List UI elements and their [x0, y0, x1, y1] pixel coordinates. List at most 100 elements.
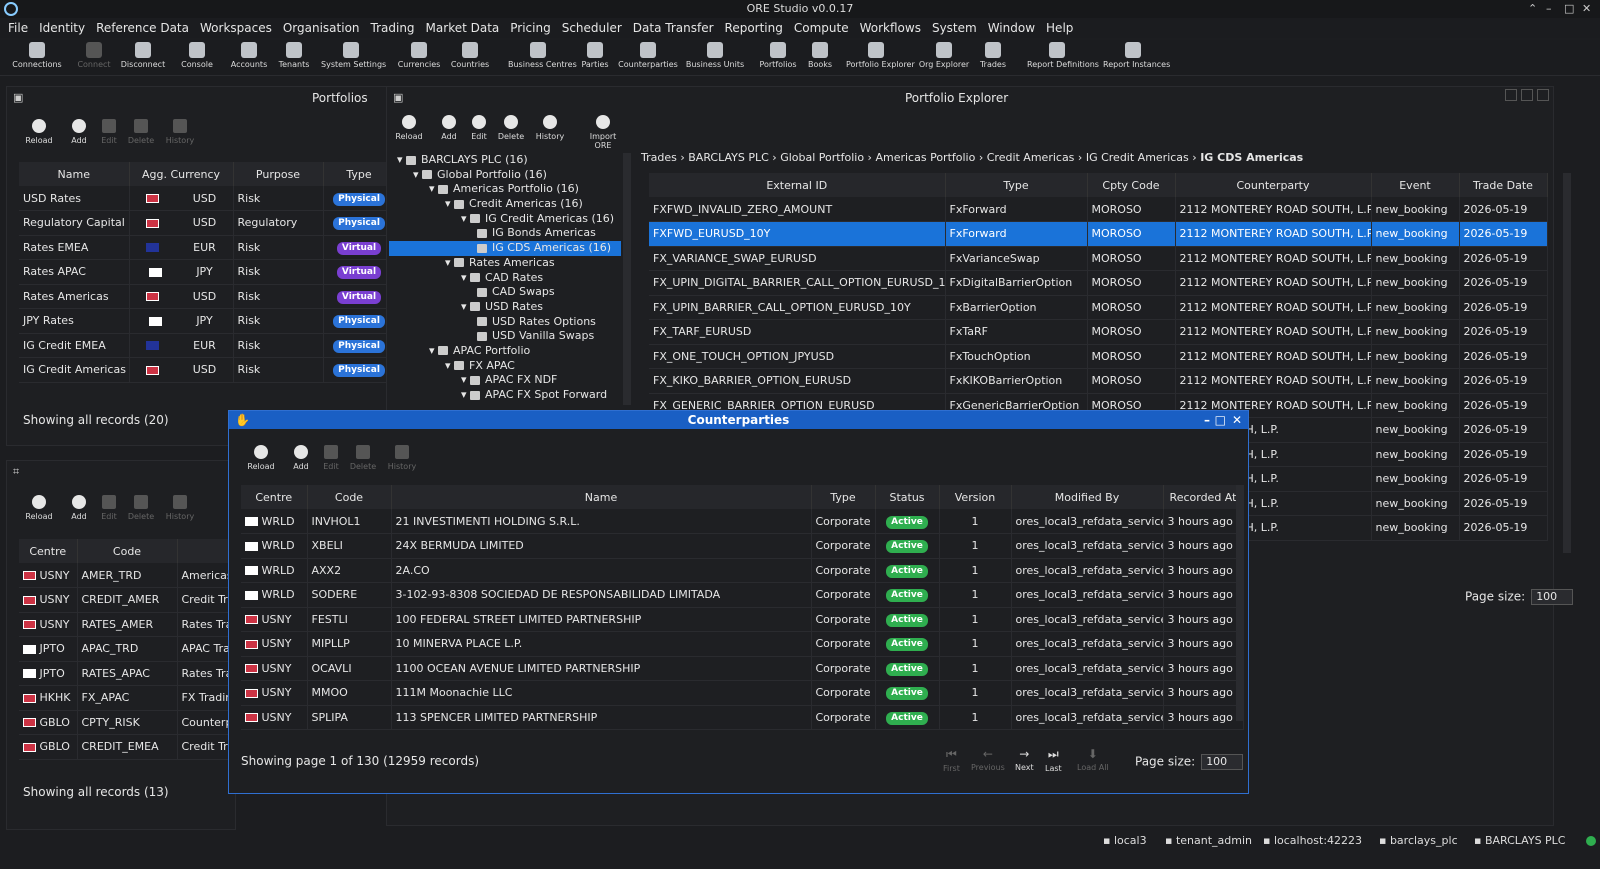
- toolbar-portfolio-explorer-button[interactable]: Portfolio Explorer: [846, 42, 915, 69]
- table-row[interactable]: FX_UPIN_DIGITAL_BARRIER_CALL_OPTION_EURU…: [649, 270, 1548, 296]
- table-row[interactable]: FX_UPIN_BARRIER_CALL_OPTION_EURUSD_10Y Fx…: [649, 295, 1548, 320]
- tree-node[interactable]: IG Bonds Americas: [389, 226, 621, 241]
- table-row[interactable]: JPY Rates JPY Risk Physical: [19, 308, 396, 334]
- trades-scrollbar[interactable]: [1563, 173, 1571, 553]
- delete-button[interactable]: Delete: [491, 115, 531, 141]
- tree-node[interactable]: ▾ BARCLAYS PLC (16): [389, 153, 621, 168]
- tree-node[interactable]: ▾ IG Credit Americas (16): [389, 212, 621, 227]
- close-icon[interactable]: [1537, 89, 1549, 101]
- table-row[interactable]: IG Credit EMEA EUR Risk Physical: [19, 333, 396, 358]
- counterparties-scrollbar[interactable]: [1236, 485, 1244, 721]
- tree-node[interactable]: USD Rates Options: [389, 315, 621, 330]
- books-col-centre[interactable]: Centre: [19, 539, 78, 563]
- delete-button[interactable]: Delete: [343, 445, 383, 471]
- delete-button[interactable]: Delete: [121, 495, 161, 521]
- toolbar-business-centres-button[interactable]: Business Centres: [508, 42, 577, 69]
- table-row[interactable]: WRLD XBELI 24X BERMUDA LIMITED Corporate Act…: [241, 533, 1244, 559]
- toolbar-business-units-button[interactable]: Business Units: [685, 42, 745, 69]
- tree-node[interactable]: CAD Swaps: [389, 285, 621, 300]
- table-row[interactable]: FX_VARIANCE_SWAP_EURUSD FxVarianceSwap MOR…: [649, 246, 1548, 271]
- trades-col-cpty-code[interactable]: Cpty Code: [1087, 173, 1176, 197]
- menu-organisation[interactable]: Organisation: [283, 21, 360, 35]
- close-icon[interactable]: ✕: [1582, 0, 1591, 18]
- tree-node[interactable]: ▾ APAC Portfolio: [389, 344, 621, 359]
- counterparties-col-code[interactable]: Code: [307, 485, 392, 509]
- breadcrumb-item[interactable]: Global Portfolio: [780, 151, 864, 164]
- menu-system[interactable]: System: [932, 21, 977, 35]
- breadcrumb-item[interactable]: IG Credit Americas: [1086, 151, 1189, 164]
- toolbar-parties-button[interactable]: Parties: [565, 42, 625, 69]
- table-row[interactable]: WRLD INVHOL1 21 INVESTIMENTI HOLDING S.R.L…: [241, 509, 1244, 534]
- table-row[interactable]: USNY MIPLLP 10 MINERVA PLACE L.P. Corporate…: [241, 631, 1244, 657]
- table-row[interactable]: GBLO CPTY_RISK Counterpa: [19, 710, 238, 735]
- toolbar-report-instances-button[interactable]: Report Instances: [1103, 42, 1170, 69]
- tree-node[interactable]: ▾ APAC FX NDF: [389, 373, 621, 388]
- toolbar-connections-button[interactable]: Connections: [7, 42, 67, 69]
- table-row[interactable]: FX_KIKO_BARRIER_OPTION_EURUSD FxKIKOBarri…: [649, 368, 1548, 394]
- menu-scheduler[interactable]: Scheduler: [562, 21, 622, 35]
- load-all-button[interactable]: ⬇ Load All: [1077, 747, 1109, 772]
- reload-button[interactable]: Reload: [19, 495, 59, 521]
- table-row[interactable]: USNY RATES_AMER Rates Trad: [19, 612, 238, 637]
- menu-market-data[interactable]: Market Data: [426, 21, 500, 35]
- table-row[interactable]: FX_TARF_EURUSD FxTaRF MOROSO 2112 MONTEREY …: [649, 319, 1548, 345]
- table-row[interactable]: FX_ONE_TOUCH_OPTION_JPYUSD FxTouchOption M…: [649, 344, 1548, 369]
- counterparties-col-centre[interactable]: Centre: [241, 485, 308, 509]
- table-row[interactable]: USNY SPLIPA 113 SPENCER LIMITED PARTNERSHI…: [241, 705, 1244, 730]
- close-icon[interactable]: ✕: [1232, 411, 1242, 429]
- counterparties-col-modified-by[interactable]: Modified By: [1011, 485, 1164, 509]
- counterparties-col-type[interactable]: Type: [811, 485, 876, 509]
- reload-button[interactable]: Reload: [389, 115, 429, 141]
- table-row[interactable]: USNY MMOO 111M Moonachie LLC Corporate Activ…: [241, 680, 1244, 706]
- history-button[interactable]: History: [160, 495, 200, 521]
- breadcrumb-item[interactable]: IG CDS Americas: [1200, 151, 1303, 164]
- maximize-icon[interactable]: [1521, 89, 1533, 101]
- table-row[interactable]: USNY CREDIT_AMER Credit Trad: [19, 587, 238, 613]
- history-button[interactable]: History: [530, 115, 570, 141]
- history-button[interactable]: History: [382, 445, 422, 471]
- table-row[interactable]: GBLO CREDIT_EMEA Credit Trad: [19, 734, 238, 760]
- breadcrumb-item[interactable]: Trades: [641, 151, 677, 164]
- maximize-icon[interactable]: □: [1564, 0, 1574, 18]
- table-row[interactable]: JPTO APAC_TRD APAC Trad: [19, 636, 238, 662]
- tree-node[interactable]: ▾ CAD Rates: [389, 271, 621, 286]
- toolbar-console-button[interactable]: Console: [167, 42, 227, 69]
- counterparties-col-version[interactable]: Version: [939, 485, 1012, 509]
- toolbar-tenants-button[interactable]: Tenants: [264, 42, 324, 69]
- next-button[interactable]: → Next: [1015, 747, 1034, 772]
- chevron-up-icon[interactable]: ⌃: [1528, 0, 1537, 18]
- minimize-icon[interactable]: [1505, 89, 1517, 101]
- table-row[interactable]: Rates EMEA EUR Risk Virtual: [19, 235, 396, 260]
- menu-help[interactable]: Help: [1046, 21, 1073, 35]
- reload-button[interactable]: Reload: [19, 119, 59, 145]
- counterparties-col-recorded-at[interactable]: Recorded At: [1163, 485, 1244, 509]
- breadcrumb-item[interactable]: Americas Portfolio: [875, 151, 975, 164]
- page-size-value[interactable]: 100: [1201, 754, 1244, 770]
- toolbar-countries-button[interactable]: Countries: [440, 42, 500, 69]
- menu-compute[interactable]: Compute: [794, 21, 849, 35]
- tree-node[interactable]: ▾ Global Portfolio (16): [389, 168, 621, 183]
- last-button[interactable]: ⏭ Last: [1045, 747, 1062, 773]
- tree-node[interactable]: IG CDS Americas (16): [389, 241, 621, 256]
- previous-button[interactable]: ← Previous: [971, 747, 1005, 772]
- tree-node[interactable]: USD Vanilla Swaps: [389, 329, 621, 344]
- page-size-select[interactable]: Page size: 100: [1465, 589, 1574, 605]
- history-button[interactable]: History: [160, 119, 200, 145]
- menu-window[interactable]: Window: [988, 21, 1035, 35]
- tree-node[interactable]: ▾ Credit Americas (16): [389, 197, 621, 212]
- table-row[interactable]: FXFWD_INVALID_ZERO_AMOUNT FxForward MOROSO…: [649, 197, 1548, 222]
- menu-reporting[interactable]: Reporting: [725, 21, 783, 35]
- table-row[interactable]: Regulatory Capital USD Regulatory Physical: [19, 210, 396, 236]
- table-row[interactable]: USNY FESTLI 100 FEDERAL STREET LIMITED PAR…: [241, 607, 1244, 632]
- table-row[interactable]: FXFWD_EURUSD_10Y FxForward MOROSO 2112 MONT…: [649, 221, 1548, 247]
- tree-node[interactable]: ▾ Rates Americas: [389, 256, 621, 271]
- table-row[interactable]: Rates Americas USD Risk Virtual: [19, 284, 396, 309]
- trades-col-counterparty[interactable]: Counterparty: [1175, 173, 1372, 197]
- menu-workflows[interactable]: Workflows: [860, 21, 921, 35]
- menu-data-transfer[interactable]: Data Transfer: [633, 21, 714, 35]
- table-row[interactable]: WRLD AXX2 2A.CO Corporate Active 1 ores_local3…: [241, 558, 1244, 583]
- tree-node[interactable]: ▾ USD Rates: [389, 300, 621, 315]
- delete-button[interactable]: Delete: [121, 119, 161, 145]
- portfolios-col-type[interactable]: Type: [323, 162, 396, 186]
- menu-workspaces[interactable]: Workspaces: [200, 21, 272, 35]
